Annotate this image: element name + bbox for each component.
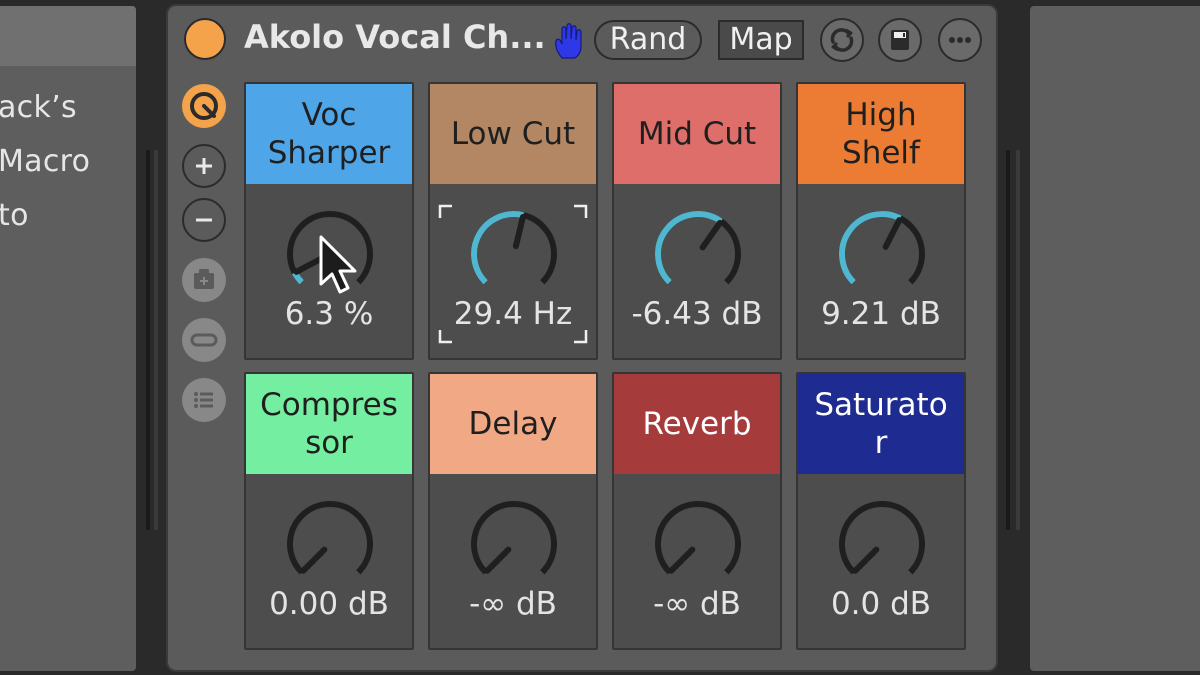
macro-value: -6.43 dB — [631, 296, 763, 332]
macro-7[interactable]: Reverb -∞ dB — [612, 372, 782, 650]
macro-name[interactable]: Saturato r — [798, 374, 964, 474]
right-panel — [1030, 6, 1200, 671]
save-button[interactable] — [878, 18, 922, 62]
left-panel: ack’s Macro to — [0, 6, 136, 671]
macro-value: 0.00 dB — [269, 586, 389, 622]
macro-knob[interactable] — [834, 206, 930, 302]
rand-button[interactable]: Rand — [594, 20, 702, 60]
macro-3[interactable]: Mid Cut -6.43 dB — [612, 82, 782, 360]
device-title[interactable]: Akolo Vocal Ch... — [244, 18, 546, 56]
knob-pointer — [699, 219, 723, 251]
more-icon — [949, 37, 971, 43]
macro-6[interactable]: Delay -∞ dB — [428, 372, 598, 650]
rack-device: Akolo Vocal Ch... Rand Map Voc Sharper 6… — [168, 6, 996, 670]
macro-link-button[interactable] — [182, 84, 226, 128]
more-button[interactable] — [938, 18, 982, 62]
knob-track — [655, 500, 741, 575]
macro-name[interactable]: High Shelf — [798, 84, 964, 184]
macro-name[interactable]: Compres sor — [246, 374, 412, 474]
right-divider-2 — [1016, 150, 1020, 530]
link-icon — [190, 92, 218, 120]
knob-value-arc — [839, 211, 902, 285]
save-icon — [891, 30, 909, 50]
macro-value: 0.0 dB — [830, 586, 932, 622]
macro-value: 9.21 dB — [821, 296, 941, 332]
remove-button[interactable] — [182, 318, 226, 362]
left-divider-2 — [154, 150, 158, 530]
left-divider — [146, 150, 150, 530]
map-button[interactable]: Map — [718, 20, 804, 60]
macro-knob[interactable] — [650, 206, 746, 302]
mouse-cursor-icon — [319, 235, 357, 294]
knob-pointer — [512, 214, 526, 250]
refresh-icon — [830, 28, 854, 52]
macro-knob[interactable] — [834, 496, 930, 592]
macro-value: 6.3 % — [284, 296, 374, 332]
refresh-button[interactable] — [820, 18, 864, 62]
device-title-bar: Akolo Vocal Ch... Rand Map — [168, 6, 996, 70]
macro-8[interactable]: Saturato r 0.0 dB — [796, 372, 966, 650]
macro-5[interactable]: Compres sor 0.00 dB — [244, 372, 414, 650]
device-power-button[interactable] — [184, 18, 226, 60]
macro-knob[interactable] — [650, 496, 746, 592]
knob-pointer — [300, 546, 328, 574]
macro-knob[interactable] — [466, 496, 562, 592]
add-macro-button[interactable] — [182, 144, 226, 188]
knob-track — [839, 500, 925, 575]
macro-2[interactable]: Low Cut 29.4 Hz — [428, 82, 598, 360]
knob-pointer — [882, 217, 903, 250]
minus-icon — [196, 218, 212, 222]
add-variation-icon — [194, 269, 214, 289]
macro-value: 29.4 Hz — [453, 296, 573, 332]
right-divider — [1006, 150, 1010, 530]
left-panel-text-2: Macro — [0, 144, 91, 179]
knob-track — [287, 500, 373, 575]
macro-value: -∞ dB — [469, 586, 557, 622]
macro-name[interactable]: Mid Cut — [614, 84, 780, 184]
macro-4[interactable]: High Shelf 9.21 dB — [796, 82, 966, 360]
macro-knob[interactable] — [466, 206, 562, 302]
knob-pointer — [668, 546, 696, 574]
left-panel-text-1: ack’s — [0, 90, 77, 125]
macro-knob[interactable] — [282, 496, 378, 592]
plus-icon — [196, 158, 212, 174]
remove-icon — [190, 333, 218, 347]
knob-pointer — [484, 546, 512, 574]
macro-name[interactable]: Delay — [430, 374, 596, 474]
hand-icon[interactable] — [553, 22, 587, 60]
macro-1[interactable]: Voc Sharper 6.3 % — [244, 82, 414, 360]
knob-track — [471, 500, 557, 575]
left-panel-text-3: to — [0, 198, 29, 233]
remove-macro-button[interactable] — [182, 198, 226, 242]
macro-value: -∞ dB — [653, 586, 741, 622]
knob-pointer — [852, 546, 880, 574]
macro-name[interactable]: Reverb — [614, 374, 780, 474]
list-icon — [194, 392, 213, 408]
macro-name[interactable]: Low Cut — [430, 84, 596, 184]
knob-value-arc — [655, 211, 723, 285]
list-button[interactable] — [182, 378, 226, 422]
macro-name[interactable]: Voc Sharper — [246, 84, 412, 184]
left-panel-header — [0, 6, 136, 66]
add-variation-button[interactable] — [182, 258, 226, 302]
